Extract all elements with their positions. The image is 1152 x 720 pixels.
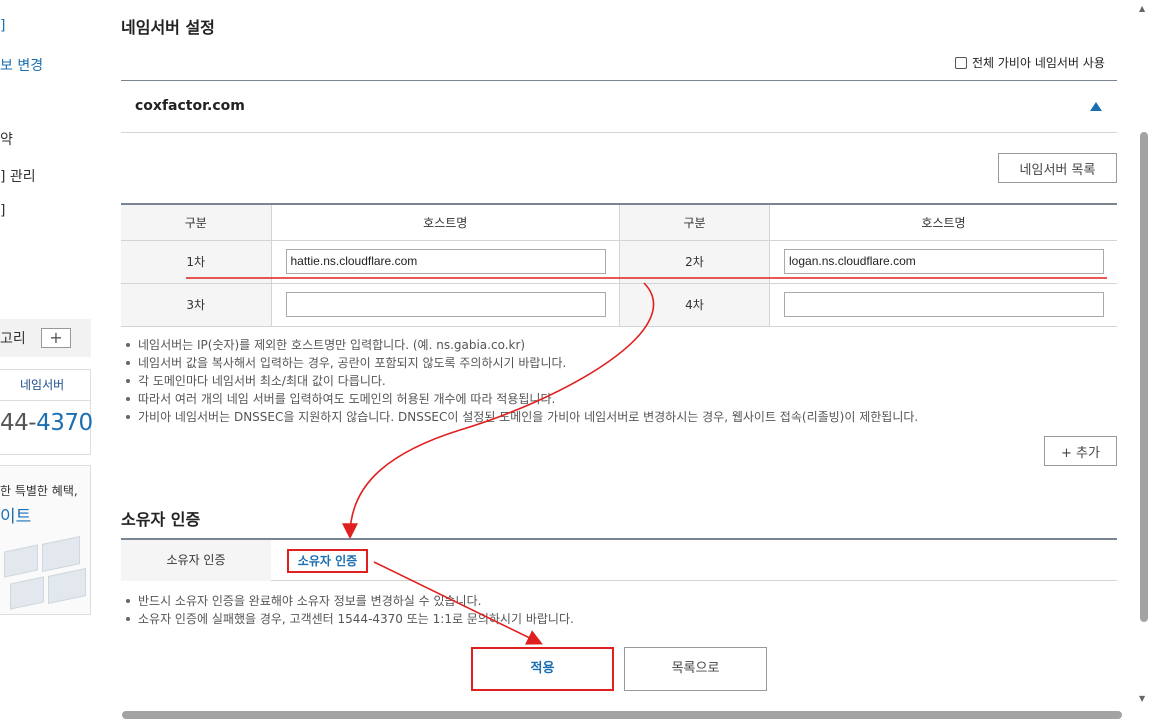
sidebar-category: 고리 + (0, 319, 91, 357)
nameserver-4-input[interactable] (784, 292, 1104, 317)
promo-thumbnail (10, 576, 44, 610)
horizontal-scroll-thumb[interactable] (122, 711, 1122, 719)
promo-banner-text: 한 특별한 혜택, (0, 484, 78, 498)
note-item: 소유자 인증에 실패했을 경우, 고객센터 1544-4370 또는 1:1로 … (126, 612, 574, 626)
promo-banner-title: 이트 (0, 507, 32, 527)
nameserver-table-header: 구분 호스트명 구분 호스트명 (121, 203, 1117, 241)
note-item: 네임서버는 IP(숫자)를 제외한 호스트명만 입력합니다. (예. ns.ga… (125, 336, 918, 354)
use-gabia-nameserver-label: 전체 가비아 네임서버 사용 (972, 56, 1105, 70)
note-item: 따라서 여러 개의 네임 서버를 입력하여도 도메인의 허용된 개수에 따라 적… (125, 390, 918, 408)
nameserver-notes: 네임서버는 IP(숫자)를 제외한 호스트명만 입력합니다. (예. ns.ga… (125, 336, 919, 426)
promo-banner[interactable]: 한 특별한 혜택, 이트 (0, 465, 91, 615)
sidebar: ] 보 변경 약 ] 관리 ] 고리 + 네임서버 44-4370 한 특별한 … (0, 0, 93, 720)
support-divider (0, 400, 90, 401)
back-to-list-button[interactable]: 목록으로 (624, 647, 767, 691)
nameserver-table: 구분 호스트명 구분 호스트명 1차 hattie.ns.cloudflare.… (121, 203, 1117, 327)
support-title: 네임서버 (20, 378, 65, 392)
sidebar-link-5[interactable]: ] (0, 203, 5, 219)
support-phone-main: 4370 (36, 410, 93, 436)
note-item: 가비아 네임서버는 DNSSEC을 지원하지 않습니다. DNSSEC이 설정된… (125, 410, 919, 424)
use-gabia-nameserver-option[interactable]: 전체 가비아 네임서버 사용 (955, 54, 1105, 71)
header-type: 구분 (619, 203, 770, 241)
use-gabia-nameserver-checkbox[interactable] (955, 56, 967, 69)
table-row: 3차 4차 (121, 283, 1117, 327)
promo-thumbnail (42, 535, 80, 573)
header-type: 구분 (121, 203, 271, 241)
sidebar-link-manage[interactable]: ] 관리 (0, 166, 36, 186)
nameserver-3-input[interactable] (285, 292, 606, 317)
apply-button[interactable]: 적용 (471, 647, 614, 691)
domain-header-bottom-border (121, 132, 1117, 133)
domain-header-top-border (121, 80, 1117, 81)
horizontal-scrollbar[interactable] (0, 706, 1138, 720)
domain-name: coxfactor.com (135, 98, 245, 114)
scroll-down-arrow-icon[interactable]: ▼ (1139, 694, 1145, 703)
vertical-scroll-thumb[interactable] (1140, 132, 1148, 622)
owner-verify-label: 소유자 인증 (121, 540, 271, 581)
row-label-4: 4차 (619, 283, 770, 327)
promo-thumbnail (48, 567, 86, 605)
note-item: 각 도메인마다 네임서버 최소/최대 값이 다릅니다. (125, 372, 918, 390)
sidebar-link-3[interactable]: 약 (0, 129, 13, 149)
sidebar-category-label: 고리 (0, 331, 26, 347)
nameserver-1-input[interactable]: hattie.ns.cloudflare.com (285, 249, 606, 274)
note-item: 네임서버 값을 복사해서 입력하는 경우, 공란이 포함되지 않도록 주의하시기… (125, 354, 918, 372)
sidebar-category-add-button[interactable]: + (41, 328, 71, 348)
nameserver-2-input[interactable]: logan.ns.cloudflare.com (784, 249, 1104, 274)
sidebar-link-change-info[interactable]: 보 변경 (0, 55, 43, 75)
owner-verify-button[interactable]: 소유자 인증 (287, 549, 368, 573)
row-label-2: 2차 (619, 240, 770, 284)
row-label-1: 1차 (121, 240, 271, 284)
support-phone-prefix: 44- (0, 410, 37, 436)
owner-section-title: 소유자 인증 (121, 510, 201, 529)
table-row: 1차 hattie.ns.cloudflare.com 2차 logan.ns.… (121, 240, 1117, 284)
support-phone: 44-4370 (0, 410, 93, 436)
header-host: 호스트명 (769, 203, 1117, 241)
scroll-up-arrow-icon[interactable]: ▲ (1139, 4, 1145, 13)
owner-notes: 반드시 소유자 인증을 완료해야 소유자 정보를 변경하실 수 있습니다. 소유… (126, 592, 574, 628)
header-host: 호스트명 (270, 203, 620, 241)
support-box: 네임서버 44-4370 (0, 369, 93, 455)
note-item: 반드시 소유자 인증을 완료해야 소유자 정보를 변경하실 수 있습니다. (126, 592, 574, 610)
collapse-caret-icon[interactable] (1090, 102, 1102, 111)
vertical-scrollbar[interactable]: ▲ ▼ (1138, 0, 1152, 720)
nameserver-section-title: 네임서버 설정 (121, 18, 215, 37)
owner-verify-row: 소유자 인증 소유자 인증 (121, 538, 1117, 581)
promo-thumbnail (4, 544, 38, 578)
add-nameserver-button[interactable]: + 추가 (1044, 436, 1117, 466)
row-label-3: 3차 (121, 283, 271, 327)
sidebar-link-1[interactable]: ] (0, 18, 5, 34)
nameserver-list-button[interactable]: 네임서버 목록 (998, 153, 1117, 183)
